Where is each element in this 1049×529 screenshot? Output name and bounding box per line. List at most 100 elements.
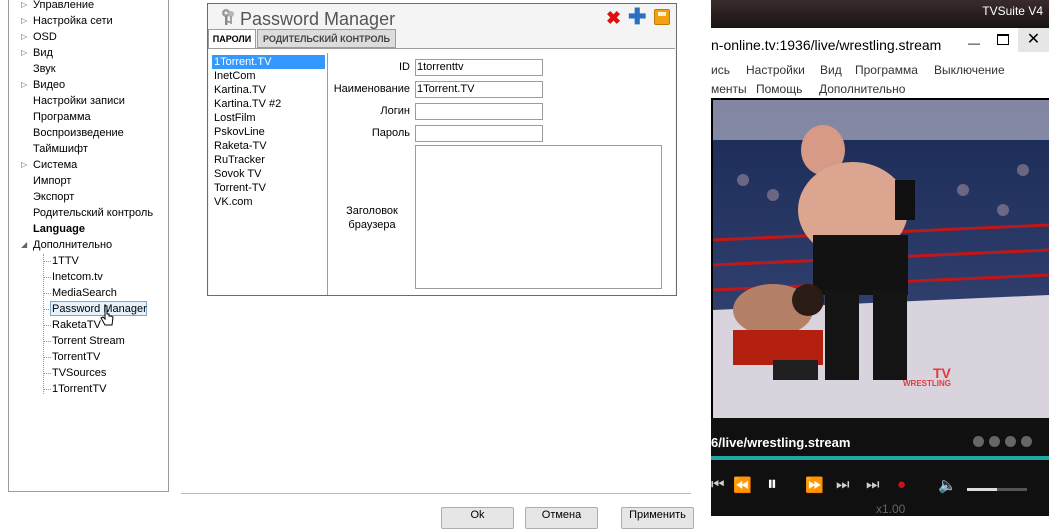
tree-item-label: 1TTV	[52, 255, 79, 267]
tree-item-label: Дополнительно	[33, 239, 113, 251]
menu-item-shutdown[interactable]: Выключение	[934, 63, 1005, 77]
keys-icon	[222, 9, 234, 25]
expand-arrow-icon[interactable]: ▷	[21, 45, 27, 61]
seek-bar[interactable]	[711, 456, 1049, 460]
tree-item-label: Система	[33, 159, 78, 171]
id-field[interactable]: 1torrenttv	[415, 59, 543, 76]
list-item[interactable]: RuTracker	[212, 153, 325, 167]
expand-arrow-icon[interactable]: ◢	[21, 237, 27, 253]
password-manager-title: Password Manager	[220, 8, 395, 30]
tree-item-label: OSD	[33, 31, 57, 43]
skip-icon[interactable]: ⏭	[866, 476, 880, 493]
fullscreen-icon[interactable]	[989, 436, 1000, 447]
expand-arrow-icon[interactable]: ▷	[21, 13, 27, 29]
browser-header-label: Заголовок браузера	[333, 204, 411, 232]
screenshot-icon[interactable]	[973, 436, 984, 447]
login-label: Логин	[380, 105, 410, 117]
tree-item-label: Импорт	[33, 175, 72, 187]
forward-icon[interactable]: ⏩	[805, 476, 824, 494]
next-icon[interactable]: ⏭	[836, 476, 850, 493]
record-icon[interactable]: ●	[897, 476, 906, 493]
delete-icon[interactable]: ✖	[606, 9, 621, 27]
rewind-icon[interactable]: ⏪	[733, 476, 752, 494]
save-icon[interactable]	[654, 9, 670, 25]
menu-item-record[interactable]: ись	[711, 63, 730, 77]
menu-item-program[interactable]: Программа	[855, 63, 918, 77]
tree-item-label: Родительский контроль	[33, 207, 154, 219]
login-field[interactable]	[415, 103, 543, 120]
list-item[interactable]: LostFilm	[212, 111, 325, 125]
browser-header-textarea[interactable]	[415, 145, 662, 289]
player-controls-bar: 6/live/wrestling.stream ⏮ ⏪ ⏸ ⏩ ⏭ ⏭ ● 🔈 …	[711, 418, 1049, 516]
tree-item-label: Экспорт	[33, 191, 75, 203]
list-item[interactable]: 1Torrent.TV	[212, 55, 325, 69]
tree-item-label: Программа	[33, 111, 91, 123]
menu-item-settings[interactable]: Настройки	[746, 63, 805, 77]
minimize-button[interactable]: —	[968, 36, 980, 50]
video-frame[interactable]: TV WRESTLING	[713, 100, 1049, 418]
tab-parental-control[interactable]: РОДИТЕЛЬСКИЙ КОНТРОЛЬ	[257, 29, 396, 48]
tree-item-label: Управление	[33, 0, 95, 11]
player-header-strip: TVSuite V4	[711, 0, 1049, 28]
ok-button[interactable]: Ok	[441, 507, 514, 529]
list-item[interactable]: InetCom	[212, 69, 325, 83]
close-stream-icon[interactable]	[1021, 436, 1032, 447]
tree-connector	[44, 325, 51, 326]
menu-item-view[interactable]: Вид	[820, 63, 842, 77]
tree-item-label: Language	[33, 223, 85, 235]
volume-slider[interactable]	[967, 488, 1027, 491]
password-manager-panel: Password Manager ✖ ✚ ПАРОЛИ РОДИТЕЛЬСКИЙ…	[207, 3, 677, 296]
menu-item-extra[interactable]: Дополнительно	[819, 82, 905, 96]
dropdown-icon[interactable]	[1005, 436, 1016, 447]
list-item[interactable]: Torrent-TV	[212, 181, 325, 195]
dialog-divider	[181, 493, 691, 494]
service-list[interactable]: 1Torrent.TV InetCom Kartina.TV Kartina.TV #…	[210, 53, 328, 295]
tree-item-label: 1TorrentTV	[52, 383, 107, 395]
list-item[interactable]: Kartina.TV	[212, 83, 325, 97]
expand-arrow-icon[interactable]: ▷	[21, 157, 27, 173]
video-logo-line2: WRESTLING	[903, 379, 951, 388]
list-item[interactable]: Sovok TV	[212, 167, 325, 181]
menu-item-help[interactable]: Помощь	[756, 82, 802, 96]
tree-item-label: Torrent Stream	[52, 335, 125, 347]
tree-item-label: Таймшифт	[33, 143, 88, 155]
tree-connector	[44, 373, 51, 374]
mouse-cursor-icon	[100, 305, 114, 326]
settings-tree[interactable]: ▷ Управление ▷ Настройка сети ▷ OSD ▷ Вид Звук ▷ В…	[8, 0, 169, 492]
apply-button[interactable]: Применить	[621, 507, 694, 529]
tvsuite-player-window: TVSuite V4 n-online.tv:1936/live/wrestli…	[711, 0, 1049, 516]
stream-url: n-online.tv:1936/live/wrestling.stream	[711, 37, 942, 53]
pause-icon[interactable]: ⏸	[767, 473, 777, 496]
close-button[interactable]: ✕	[1018, 28, 1049, 52]
expand-arrow-icon[interactable]: ▷	[21, 0, 27, 13]
list-item[interactable]: PskovLine	[212, 125, 325, 139]
player-titlebar: n-online.tv:1936/live/wrestling.stream —	[711, 28, 1049, 61]
tree-item-label: TVSources	[52, 367, 107, 379]
password-field[interactable]	[415, 125, 543, 142]
list-item[interactable]: Raketa-TV	[212, 139, 325, 153]
tree-connector	[44, 277, 51, 278]
browser-header-label-line2: браузера	[348, 219, 396, 231]
volume-icon[interactable]: 🔈	[938, 476, 957, 494]
tree-item-label: Вид	[33, 47, 53, 59]
password-label: Пароль	[371, 127, 410, 139]
list-item[interactable]: VK.com	[212, 195, 325, 209]
add-icon[interactable]: ✚	[628, 6, 646, 28]
maximize-button[interactable]	[997, 34, 1009, 45]
menu-item-tools[interactable]: менты	[711, 82, 747, 96]
cancel-button[interactable]: Отмена	[525, 507, 598, 529]
expand-arrow-icon[interactable]: ▷	[21, 77, 27, 93]
tree-connector	[44, 261, 51, 262]
passwords-tab-content: 1Torrent.TV InetCom Kartina.TV Kartina.TV #…	[209, 48, 675, 295]
expand-arrow-icon[interactable]: ▷	[21, 29, 27, 45]
tree-item-label: Inetcom.tv	[52, 271, 103, 283]
prev-icon[interactable]: ⏮	[711, 476, 725, 493]
title-text: Password Manager	[240, 8, 396, 29]
player-brand: TVSuite V4	[982, 4, 1043, 18]
tree-item-label: Настройки записи	[33, 95, 125, 107]
tab-passwords[interactable]: ПАРОЛИ	[208, 29, 256, 49]
list-item[interactable]: Kartina.TV #2	[212, 97, 325, 111]
name-field[interactable]: 1Torrent.TV	[415, 81, 543, 98]
tree-connector	[44, 341, 51, 342]
tree-item-label: RaketaTV	[52, 319, 101, 331]
